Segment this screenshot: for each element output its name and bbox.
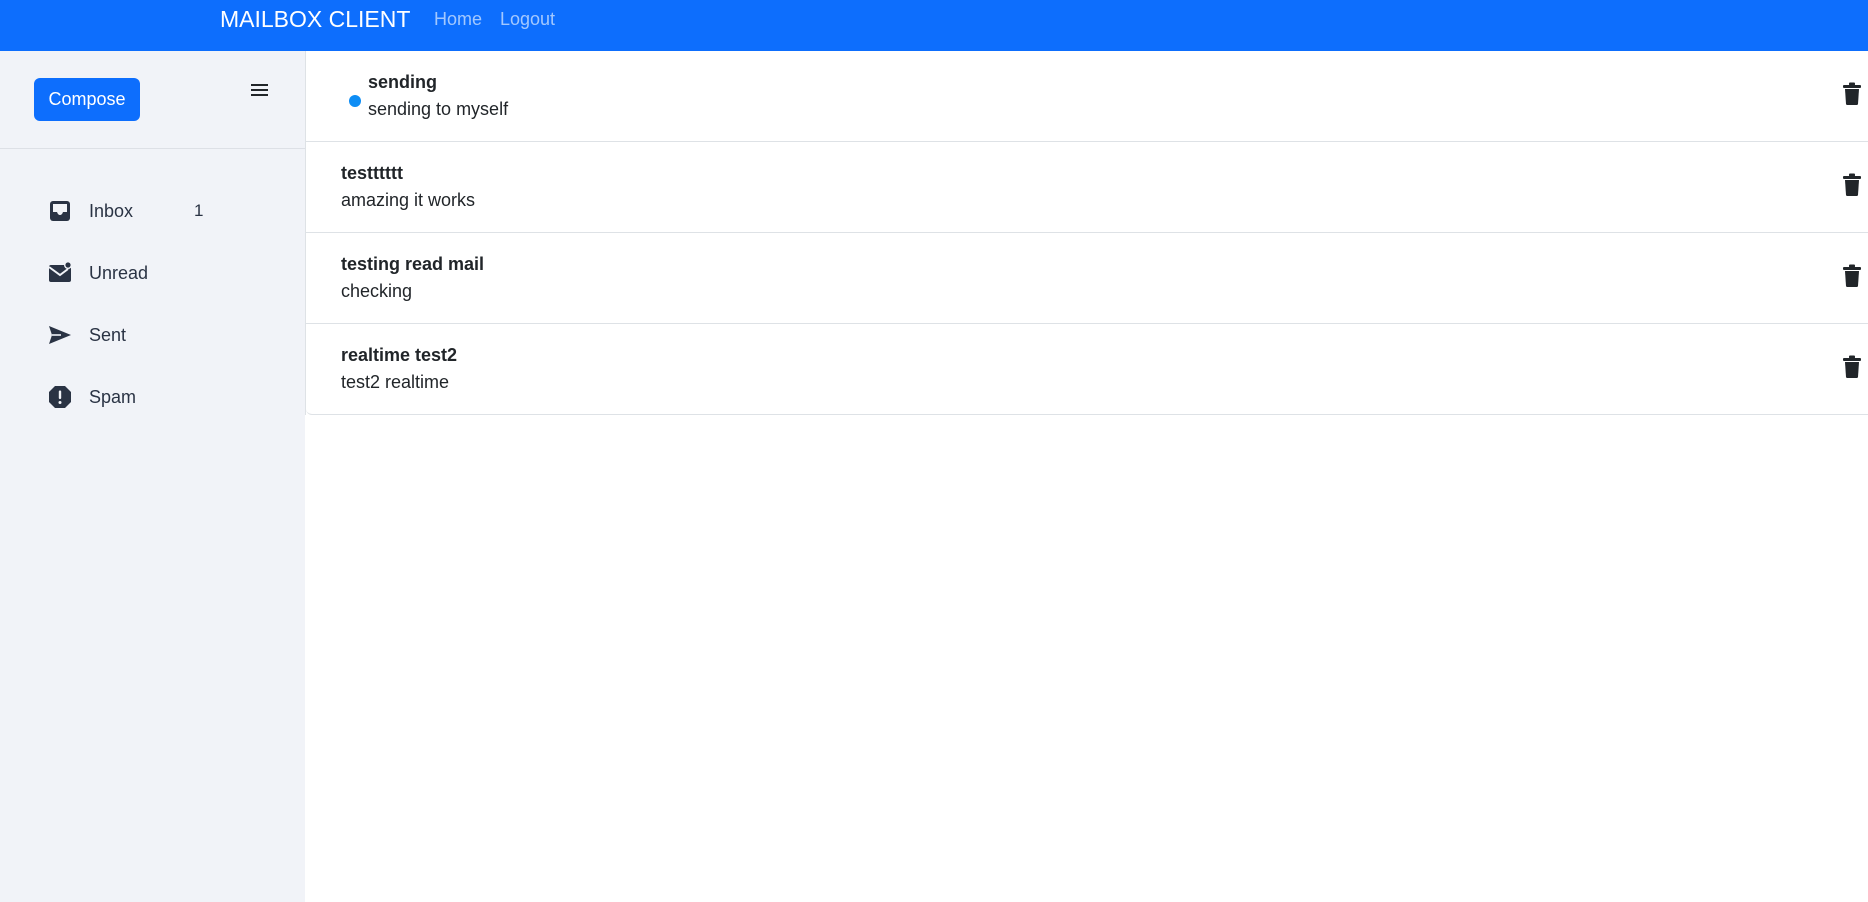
- mail-preview: test2 realtime: [341, 372, 450, 392]
- mail-preview: sending to myself: [368, 99, 509, 119]
- unread-mail-icon: [48, 261, 72, 285]
- sidebar-item-label: Spam: [89, 386, 137, 407]
- unread-dot-icon: [349, 95, 361, 107]
- sidebar-item-label: Inbox: [89, 200, 134, 221]
- trash-icon[interactable]: [1842, 173, 1862, 197]
- trash-icon[interactable]: [1842, 264, 1862, 288]
- hamburger-menu-icon[interactable]: [250, 81, 270, 101]
- sidebar: Compose Inbox 1 Unread Sent Spam: [0, 51, 305, 902]
- sidebar-item-spam[interactable]: Spam: [48, 381, 278, 413]
- sidebar-item-label: Sent: [89, 324, 127, 345]
- sidebar-item-unread[interactable]: Unread: [48, 257, 278, 289]
- mail-row[interactable]: realtime test2 test2 realtime: [306, 324, 1868, 415]
- nav-link-home[interactable]: Home: [434, 9, 482, 29]
- mail-subject: testttttt: [341, 163, 403, 183]
- sidebar-divider: [0, 148, 305, 149]
- compose-button[interactable]: Compose: [34, 78, 140, 121]
- trash-icon[interactable]: [1842, 355, 1862, 379]
- mail-preview: amazing it works: [341, 190, 476, 210]
- send-icon: [48, 323, 72, 347]
- inbox-unread-count: 1: [194, 201, 204, 220]
- top-navbar: MAILBOX CLIENT Home Logout: [0, 0, 1868, 51]
- mail-list: sending sending to myself testttttt amaz…: [305, 51, 1868, 415]
- mail-subject: realtime test2: [341, 345, 458, 365]
- mail-preview: checking: [341, 281, 413, 301]
- nav-link-logout[interactable]: Logout: [500, 9, 555, 29]
- inbox-icon: [48, 199, 72, 223]
- mail-row[interactable]: testing read mail checking: [306, 233, 1868, 324]
- mail-subject: sending: [368, 72, 438, 92]
- spam-alert-icon: [48, 385, 72, 409]
- sidebar-item-inbox[interactable]: Inbox 1: [48, 195, 278, 227]
- mail-row[interactable]: sending sending to myself: [306, 51, 1868, 142]
- mail-subject: testing read mail: [341, 254, 485, 274]
- mail-row[interactable]: testttttt amazing it works: [306, 142, 1868, 233]
- sidebar-item-label: Unread: [89, 262, 149, 283]
- trash-icon[interactable]: [1842, 82, 1862, 106]
- sidebar-item-sent[interactable]: Sent: [48, 319, 278, 351]
- brand-title[interactable]: MAILBOX CLIENT: [220, 6, 410, 33]
